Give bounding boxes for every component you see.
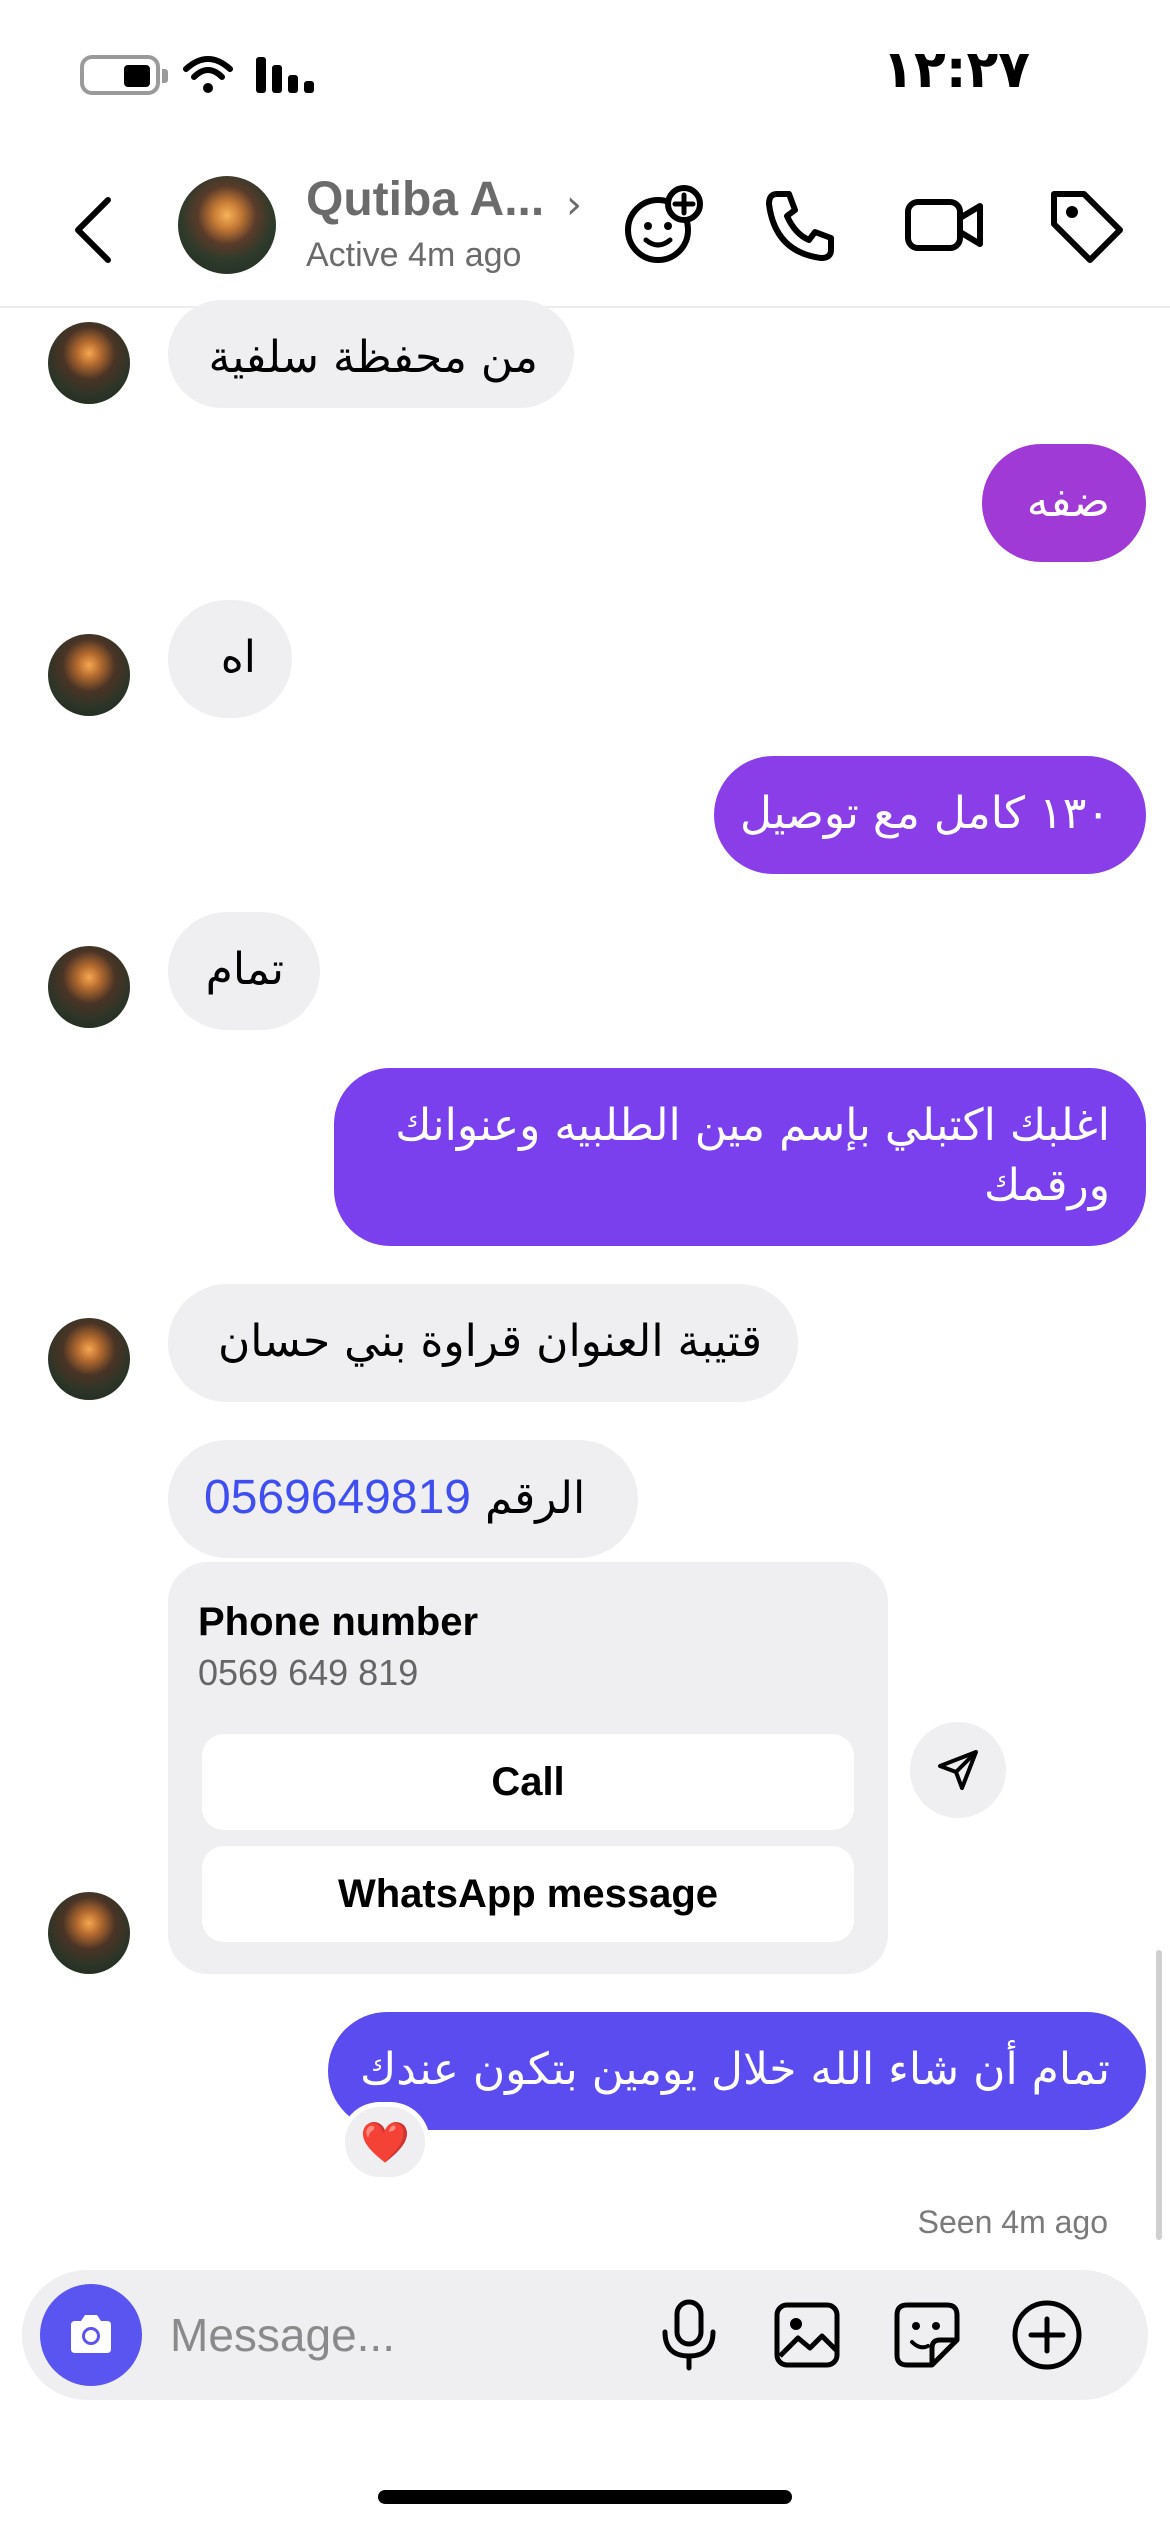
contact-status: Active 4m ago: [306, 236, 522, 274]
seen-status: Seen 4m ago: [917, 2204, 1108, 2240]
microphone-icon: [662, 2299, 716, 2371]
message-bubble-incoming[interactable]: من محفظة سلفية: [168, 300, 574, 408]
phone-number-link[interactable]: 0569649819: [204, 1471, 471, 1524]
scrollbar[interactable]: [1156, 1950, 1162, 2240]
chevron-right-icon[interactable]: ›: [566, 182, 582, 228]
chat-header: Qutiba A... › Active 4m ago: [0, 150, 1170, 308]
message-text: الرقم: [484, 1473, 586, 1524]
message-text: قتيبة العنوان قراوة بني حسان: [217, 1316, 762, 1367]
gallery-button[interactable]: [764, 2292, 850, 2378]
microphone-button[interactable]: [646, 2292, 732, 2378]
sticker-icon: [894, 2302, 960, 2368]
sender-avatar[interactable]: [48, 1892, 130, 1974]
plus-icon: [1012, 2300, 1082, 2370]
message-text-line: اغلبك اكتبلي بإسم مين الطلبيه وعنوانك: [395, 1100, 1110, 1151]
phone-icon[interactable]: [755, 180, 845, 270]
message-bubble-incoming[interactable]: 0569649819 الرقم: [168, 1440, 638, 1558]
message-bubble-outgoing[interactable]: ١٣٠ كامل مع توصيل: [714, 756, 1146, 874]
message-bubble-outgoing[interactable]: اغلبك اكتبلي بإسم مين الطلبيه وعنوانك ور…: [334, 1068, 1146, 1246]
tag-icon[interactable]: [1040, 180, 1130, 270]
status-icons: [80, 55, 318, 95]
sender-avatar[interactable]: [48, 946, 130, 1028]
status-time: ١٢:٢٧: [882, 40, 1030, 100]
message-text-line: ورقمك: [983, 1160, 1110, 1211]
gallery-icon: [774, 2302, 840, 2368]
card-phone-number: 0569 649 819: [198, 1652, 419, 1693]
message-text: ضفه: [1026, 476, 1110, 527]
card-title: Phone number: [198, 1600, 479, 1644]
camera-icon: [71, 2315, 111, 2353]
home-indicator[interactable]: [378, 2490, 792, 2504]
share-button[interactable]: [910, 1722, 1006, 1818]
phone-number-card: Phone number 0569 649 819 Call WhatsApp …: [168, 1562, 888, 1974]
camera-button[interactable]: [40, 2284, 142, 2386]
add-people-icon[interactable]: [618, 180, 708, 270]
message-input[interactable]: [170, 2300, 630, 2370]
video-icon[interactable]: [900, 180, 990, 270]
status-bar: ١٢:٢٧: [0, 0, 1170, 150]
heart-icon: ❤️: [360, 2119, 410, 2166]
message-bubble-incoming[interactable]: تمام: [168, 912, 320, 1030]
message-text: من محفظة سلفية: [208, 332, 538, 383]
reaction-badge[interactable]: ❤️: [340, 2102, 430, 2182]
sender-avatar[interactable]: [48, 634, 130, 716]
call-button[interactable]: Call: [202, 1734, 854, 1830]
message-bubble-outgoing[interactable]: تمام أن شاء الله خلال يومين بتكون عندك: [328, 2012, 1146, 2130]
send-icon: [938, 1750, 978, 1790]
message-text: اه: [220, 632, 256, 683]
contact-avatar[interactable]: [178, 176, 276, 274]
message-text: تمام أن شاء الله خلال يومين بتكون عندك: [359, 2044, 1110, 2095]
sticker-button[interactable]: [884, 2292, 970, 2378]
message-bubble-incoming[interactable]: اه: [168, 600, 292, 718]
sender-avatar[interactable]: [48, 1318, 130, 1400]
message-bubble-outgoing[interactable]: ضفه: [982, 444, 1146, 562]
message-composer: [22, 2270, 1148, 2400]
sender-avatar[interactable]: [48, 322, 130, 404]
message-bubble-incoming[interactable]: قتيبة العنوان قراوة بني حسان: [168, 1284, 798, 1402]
battery-icon: [80, 55, 168, 95]
signal-icon: [256, 57, 314, 93]
more-button[interactable]: [1004, 2292, 1090, 2378]
message-text: تمام: [205, 944, 284, 995]
whatsapp-message-button[interactable]: WhatsApp message: [202, 1846, 854, 1942]
contact-name[interactable]: Qutiba A...: [306, 172, 544, 227]
wifi-icon: [183, 56, 233, 93]
message-text: ١٣٠ كامل مع توصيل: [739, 788, 1110, 839]
back-icon[interactable]: [60, 190, 130, 270]
